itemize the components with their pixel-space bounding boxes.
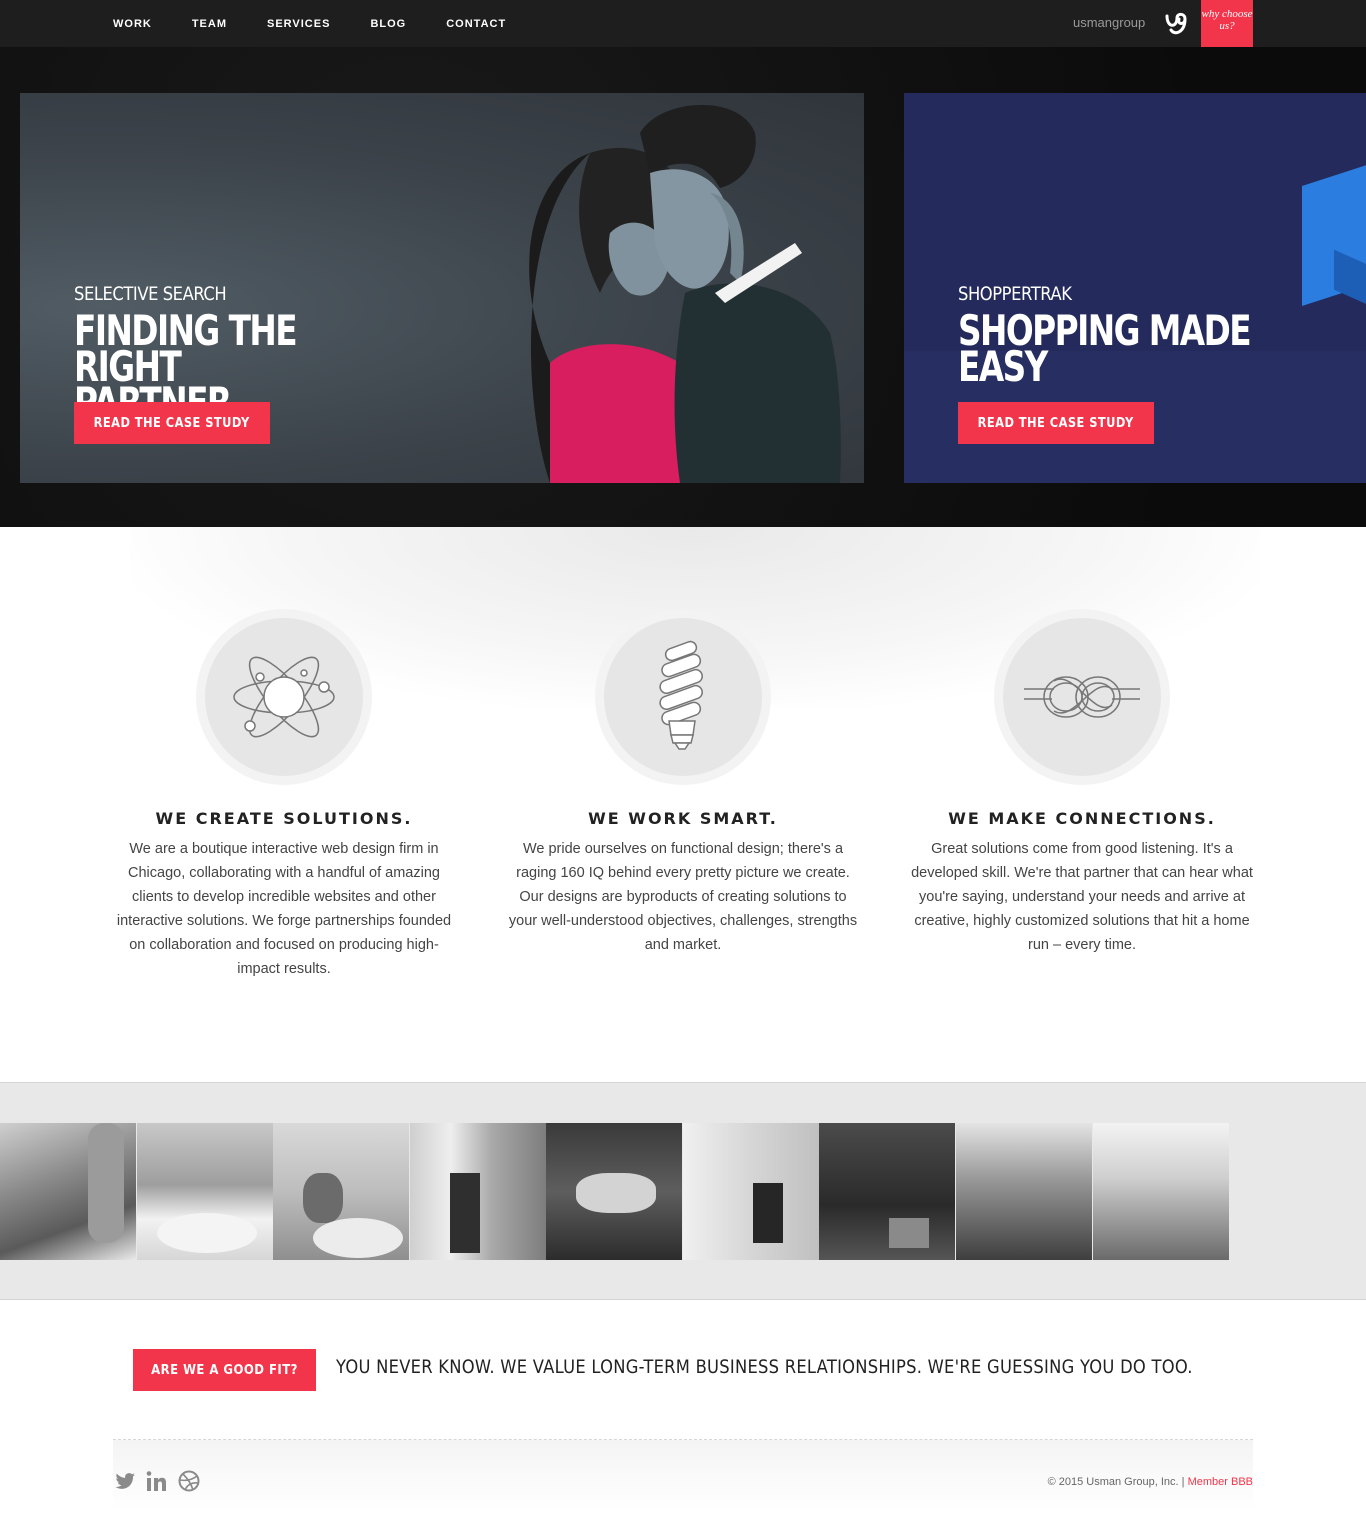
footer-divider (113, 1439, 1253, 1440)
button-label: READ THE CASE STUDY (93, 415, 251, 431)
nav-services[interactable]: SERVICES (267, 18, 330, 30)
brand-logo-icon[interactable] (1163, 10, 1191, 38)
nav-contact[interactable]: CONTACT (446, 18, 506, 30)
team-photo-strip (0, 1082, 1366, 1300)
nav-blog[interactable]: BLOG (370, 18, 406, 30)
lightbulb-icon (659, 640, 703, 750)
dribbble-icon[interactable] (177, 1469, 201, 1493)
member-bbb-link[interactable]: Member BBB (1188, 1476, 1253, 1488)
feature-description: Great solutions come from good listening… (911, 841, 1253, 953)
read-case-study-button[interactable]: READ THE CASE STUDY (958, 402, 1154, 444)
cta-message: YOU NEVER KNOW. WE VALUE LONG-TERM BUSIN… (336, 1356, 1193, 1378)
nav-team[interactable]: TEAM (192, 18, 227, 30)
slide-kicker: SHOPPERTRAK (958, 283, 1072, 305)
photo-team-table[interactable] (137, 1123, 273, 1260)
main-menu: WORK TEAM SERVICES BLOG CONTACT (113, 0, 546, 47)
photo-conference-room[interactable] (1093, 1123, 1229, 1260)
good-fit-button[interactable]: ARE WE A GOOD FIT? (133, 1349, 316, 1391)
case-study-slide-shoppertrak[interactable]: SHOPPERTRAK SHOPPING MADE EASY READ THE … (904, 93, 1366, 483)
photo-dog-couch[interactable] (546, 1123, 682, 1260)
feature-description: We are a boutique interactive web design… (116, 841, 452, 977)
feature-icon-circle (196, 609, 372, 785)
feature-icon-circle (595, 609, 771, 785)
twitter-icon[interactable] (113, 1469, 137, 1493)
photo-office-chair[interactable] (683, 1123, 819, 1260)
read-case-study-button[interactable]: READ THE CASE STUDY (74, 402, 270, 444)
footer-background (113, 1440, 1253, 1510)
nav-work[interactable]: WORK (113, 18, 152, 30)
photo-basketball-hoop[interactable] (410, 1123, 546, 1260)
photo-candy-jar[interactable] (0, 1123, 136, 1260)
linkedin-icon[interactable] (145, 1469, 169, 1493)
photo-dog-lunch[interactable] (273, 1123, 409, 1260)
photo-team-lunch[interactable] (956, 1123, 1092, 1260)
feature-title: WE CREATE SOLUTIONS. (155, 809, 413, 828)
button-label: ARE WE A GOOD FIT? (151, 1362, 298, 1378)
button-label: READ THE CASE STUDY (977, 415, 1135, 431)
photo-thank-you-card[interactable] (819, 1123, 955, 1260)
couple-illustration (529, 104, 841, 483)
feature-icon-circle (994, 609, 1170, 785)
feature-title: WE MAKE CONNECTIONS. (948, 809, 1216, 828)
case-study-slide-selective-search[interactable]: SELECTIVE SEARCH FINDING THE RIGHT PARTN… (20, 93, 864, 483)
brand-name[interactable]: usmangroup (1073, 15, 1145, 30)
feature-title: WE WORK SMART. (588, 809, 778, 828)
copyright-text: © 2015 Usman Group, Inc. | (1047, 1476, 1188, 1488)
slide-kicker: SELECTIVE SEARCH (74, 283, 227, 305)
knot-icon (1024, 676, 1140, 718)
features-section: WE CREATE SOLUTIONS. We are a boutique i… (0, 527, 1366, 1082)
hero-carousel: SELECTIVE SEARCH FINDING THE RIGHT PARTN… (0, 47, 1366, 527)
feature-description: We pride ourselves on functional design;… (508, 841, 858, 953)
atom-icon (233, 656, 335, 738)
slide-title: SHOPPING MADE EASY (958, 306, 1252, 391)
copyright-notice: © 2015 Usman Group, Inc. | Member BBB (1048, 1476, 1253, 1488)
top-navigation: WORK TEAM SERVICES BLOG CONTACT usmangro… (0, 0, 1366, 56)
